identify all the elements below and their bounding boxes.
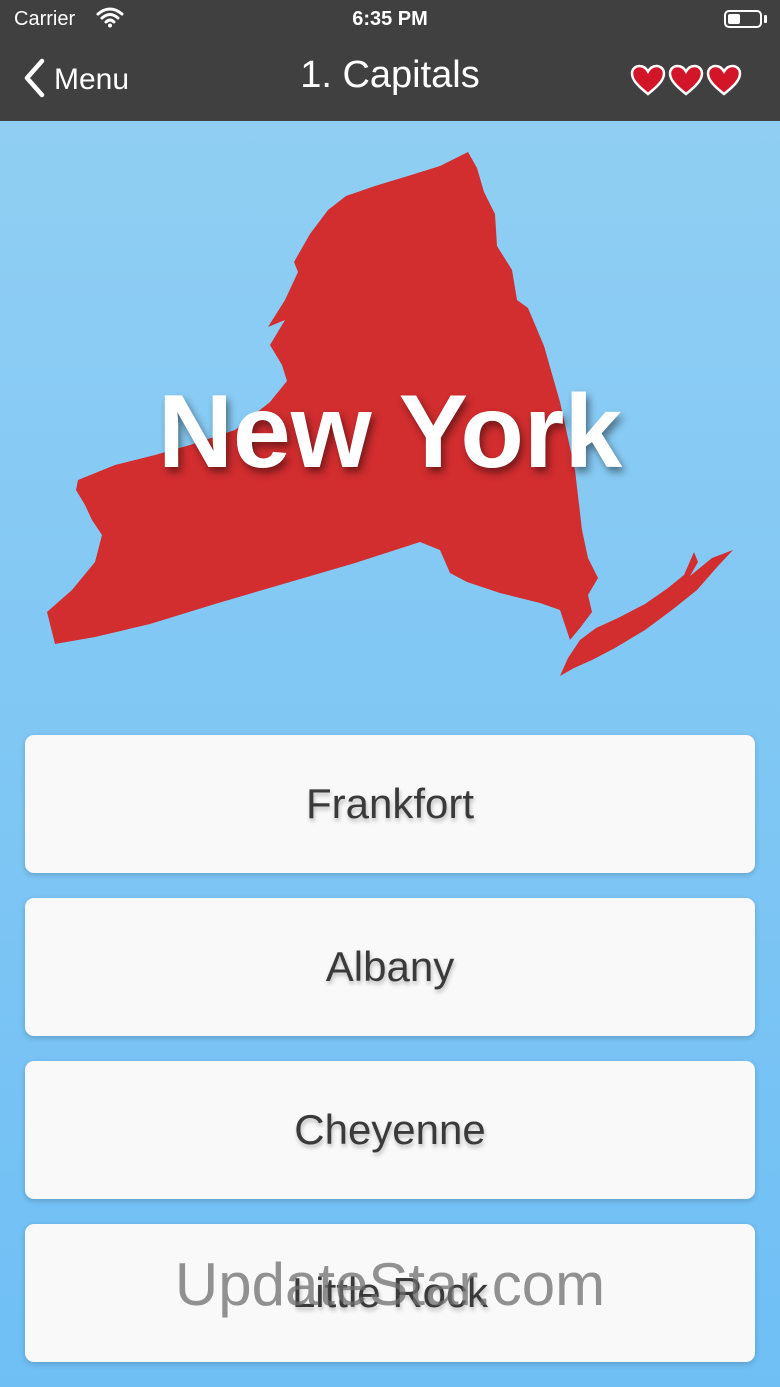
battery-icon [724, 10, 762, 28]
battery-tip [764, 15, 767, 23]
state-name: New York [157, 374, 623, 490]
answer-button-2[interactable]: Albany [25, 898, 755, 1036]
status-time: 6:35 PM [352, 8, 428, 30]
heart-icon [706, 64, 742, 96]
answer-button-1[interactable]: Frankfort [25, 735, 755, 873]
heart-icon [630, 64, 666, 96]
answer-list: Frankfort Albany Cheyenne Little Rock [25, 735, 755, 1387]
lives-indicator [630, 64, 742, 96]
navigation-bar: Carrier 6:35 PM Menu 1. Capitals [0, 0, 780, 121]
answer-button-4[interactable]: Little Rock [25, 1224, 755, 1362]
heart-icon [668, 64, 704, 96]
nav-row: Menu 1. Capitals [0, 48, 780, 110]
answer-button-3[interactable]: Cheyenne [25, 1061, 755, 1199]
status-bar: Carrier 6:35 PM [0, 0, 780, 40]
